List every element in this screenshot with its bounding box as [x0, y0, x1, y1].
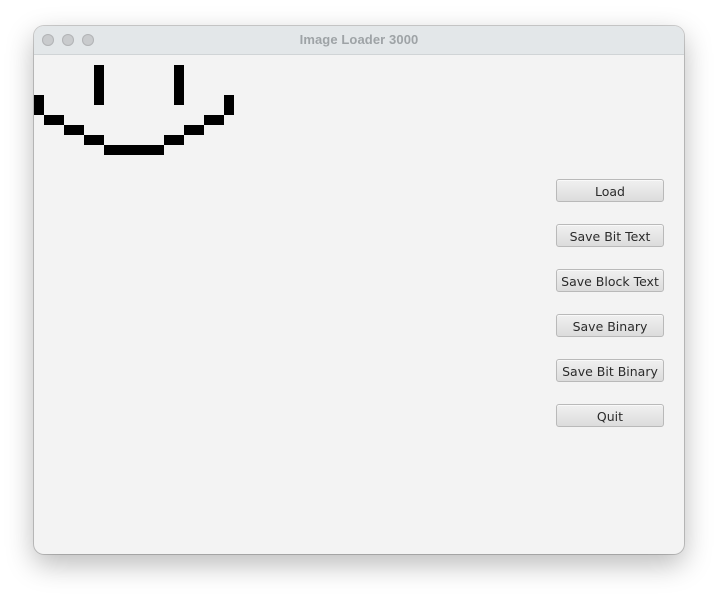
pixel-mouth-left-1	[44, 115, 64, 125]
content-area: Load Save Bit Text Save Block Text Save …	[34, 55, 684, 554]
pixel-left-eye	[94, 65, 104, 105]
title-bar[interactable]: Image Loader 3000	[34, 26, 684, 55]
pixel-mouth-right-end	[224, 95, 234, 115]
load-button[interactable]: Load	[556, 179, 664, 202]
window-title: Image Loader 3000	[299, 32, 419, 47]
pixel-mouth-bottom	[104, 145, 164, 155]
quit-button[interactable]: Quit	[556, 404, 664, 427]
save-bit-text-button[interactable]: Save Bit Text	[556, 224, 664, 247]
pixel-mouth-left-3	[84, 135, 104, 145]
save-bit-binary-button[interactable]: Save Bit Binary	[556, 359, 664, 382]
pixel-right-eye	[174, 65, 184, 105]
app-window: Image Loader 3000 Load Save Bit Text Sav…	[34, 26, 684, 554]
pixel-mouth-left-end	[34, 95, 44, 115]
pixel-mouth-right-2	[184, 125, 204, 135]
save-binary-button[interactable]: Save Binary	[556, 314, 664, 337]
pixel-mouth-right-3	[164, 135, 184, 145]
pixel-mouth-right-1	[204, 115, 224, 125]
pixel-mouth-left-2	[64, 125, 84, 135]
image-canvas	[34, 55, 254, 195]
save-block-text-button[interactable]: Save Block Text	[556, 269, 664, 292]
